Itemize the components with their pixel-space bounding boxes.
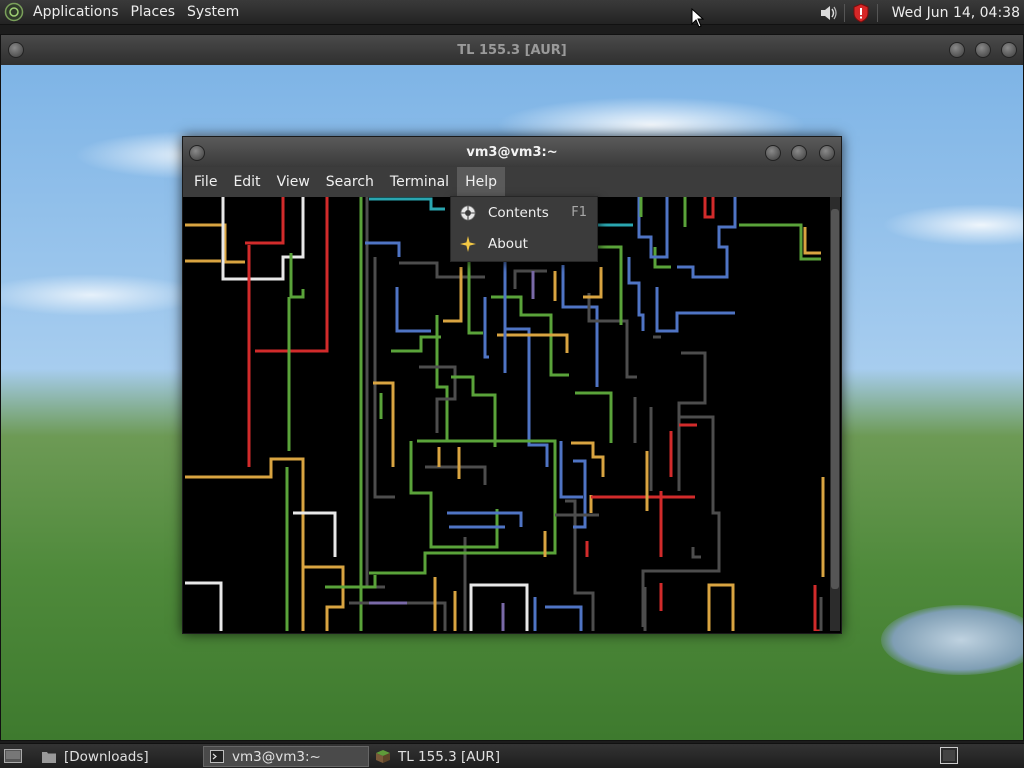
applications-menu[interactable]: Applications: [27, 4, 125, 20]
tray-separator: [843, 3, 845, 22]
help-dropdown-menu: Contents F1 About: [450, 196, 598, 262]
menu-edit[interactable]: Edit: [225, 167, 268, 197]
pipe-segment: [425, 465, 487, 485]
menu-help[interactable]: Help: [457, 167, 505, 197]
tray-separator: [876, 3, 878, 22]
pipe-segment: [349, 601, 447, 631]
help-lifebuoy-icon: [460, 205, 476, 221]
pipe-segment: [677, 351, 707, 491]
window-menu-button[interactable]: [8, 42, 24, 58]
pipe-segment: [691, 547, 701, 559]
menu-search[interactable]: Search: [318, 167, 382, 197]
pipe-segment: [575, 391, 613, 443]
terminal-titlebar[interactable]: vm3@vm3:~: [183, 137, 841, 167]
folder-icon: [42, 752, 56, 763]
pipe-segment: [185, 581, 223, 631]
pipe-segment: [399, 261, 485, 279]
mouse-cursor-icon: [691, 8, 705, 28]
pipe-segment: [561, 265, 599, 387]
pipe-segment: [409, 441, 499, 549]
pipe-segment: [293, 511, 337, 557]
pipe-segment: [497, 333, 569, 353]
pipe-segment: [289, 253, 305, 299]
pipe-segment: [559, 441, 583, 499]
minimize-button[interactable]: [949, 42, 965, 58]
taskbar-label: vm3@vm3:~: [232, 748, 321, 765]
pipe-segment: [391, 335, 441, 353]
pipe-segment: [443, 267, 463, 323]
pipe-segment: [655, 287, 735, 333]
bottom-panel: [Downloads] vm3@vm3:~ TL 155.3 [AUR]: [0, 743, 1024, 768]
menu-item-about[interactable]: About: [451, 228, 597, 259]
pipes-screensaver-art: [185, 197, 825, 631]
system-menu[interactable]: System: [181, 4, 245, 20]
workspace-switcher[interactable]: [940, 747, 958, 764]
terminal-window-menu-button[interactable]: [189, 145, 205, 161]
terminal-menubar: File Edit View Search Terminal Help: [183, 167, 841, 197]
pipe-segment: [483, 297, 489, 359]
pipe-segment: [545, 605, 583, 631]
terminal-close-button[interactable]: [819, 145, 835, 161]
pipe-segment: [637, 197, 669, 259]
pipe-segment: [505, 327, 549, 467]
pipe-segment: [469, 583, 529, 631]
pipe-segment: [627, 257, 645, 331]
contents-accelerator: F1: [571, 205, 587, 220]
taskbar-item-terminal[interactable]: vm3@vm3:~: [203, 746, 369, 767]
pipe-segment: [365, 241, 401, 257]
scrollbar-thumb[interactable]: [831, 209, 839, 589]
tl-window-title: TL 155.3 [AUR]: [457, 42, 567, 58]
taskbar-label: [Downloads]: [64, 748, 149, 765]
show-desktop-icon[interactable]: [4, 749, 22, 763]
system-tray: Wed Jun 14, 04:38: [818, 0, 1024, 25]
pipe-segment: [369, 197, 445, 211]
pipe-segment: [395, 287, 431, 333]
terminal-scrollbar[interactable]: [830, 197, 840, 631]
pipe-segment: [245, 197, 285, 245]
menu-terminal[interactable]: Terminal: [382, 167, 457, 197]
terminal-maximize-button[interactable]: [791, 145, 807, 161]
pipe-segment: [565, 499, 595, 631]
distro-logo-icon[interactable]: [4, 2, 24, 22]
pipe-segment: [707, 583, 735, 631]
panel-menus: Applications Places System: [27, 0, 245, 25]
contents-label: Contents: [488, 204, 549, 221]
pipe-segment: [303, 565, 345, 631]
volume-icon[interactable]: [818, 4, 838, 22]
pipe-segment: [513, 269, 547, 289]
menu-view[interactable]: View: [269, 167, 318, 197]
places-menu[interactable]: Places: [125, 4, 182, 20]
menu-file[interactable]: File: [186, 167, 225, 197]
panel-clock[interactable]: Wed Jun 14, 04:38: [884, 5, 1024, 21]
top-panel: Applications Places System Wed Jun 14, 0…: [0, 0, 1024, 25]
pipe-segment: [703, 197, 715, 219]
pipe-segment: [447, 511, 523, 527]
pipe-segment: [803, 227, 821, 255]
taskbar-item-tl[interactable]: TL 155.3 [AUR]: [370, 746, 540, 767]
terminal-title: vm3@vm3:~: [466, 144, 558, 160]
about-label: About: [488, 235, 528, 252]
shield-alert-icon[interactable]: [851, 2, 871, 23]
pipe-segment: [185, 223, 245, 264]
taskbar-label: TL 155.3 [AUR]: [398, 748, 501, 765]
taskbar-item-downloads[interactable]: [Downloads]: [36, 746, 196, 767]
pipe-segment: [185, 457, 305, 631]
pipe-segment: [451, 375, 497, 447]
maximize-button[interactable]: [975, 42, 991, 58]
terminal-output-pipes[interactable]: [185, 197, 827, 631]
terminal-minimize-button[interactable]: [765, 145, 781, 161]
terminal-icon: [210, 750, 224, 763]
close-button[interactable]: [1001, 42, 1017, 58]
pipe-segment: [583, 267, 603, 299]
about-star-icon: [460, 235, 476, 252]
tl-titlebar[interactable]: TL 155.3 [AUR]: [1, 35, 1023, 65]
pipe-segment: [369, 439, 557, 575]
minecraft-block-icon: [376, 750, 390, 763]
menu-item-contents[interactable]: Contents F1: [451, 197, 597, 228]
pond: [881, 605, 1023, 675]
